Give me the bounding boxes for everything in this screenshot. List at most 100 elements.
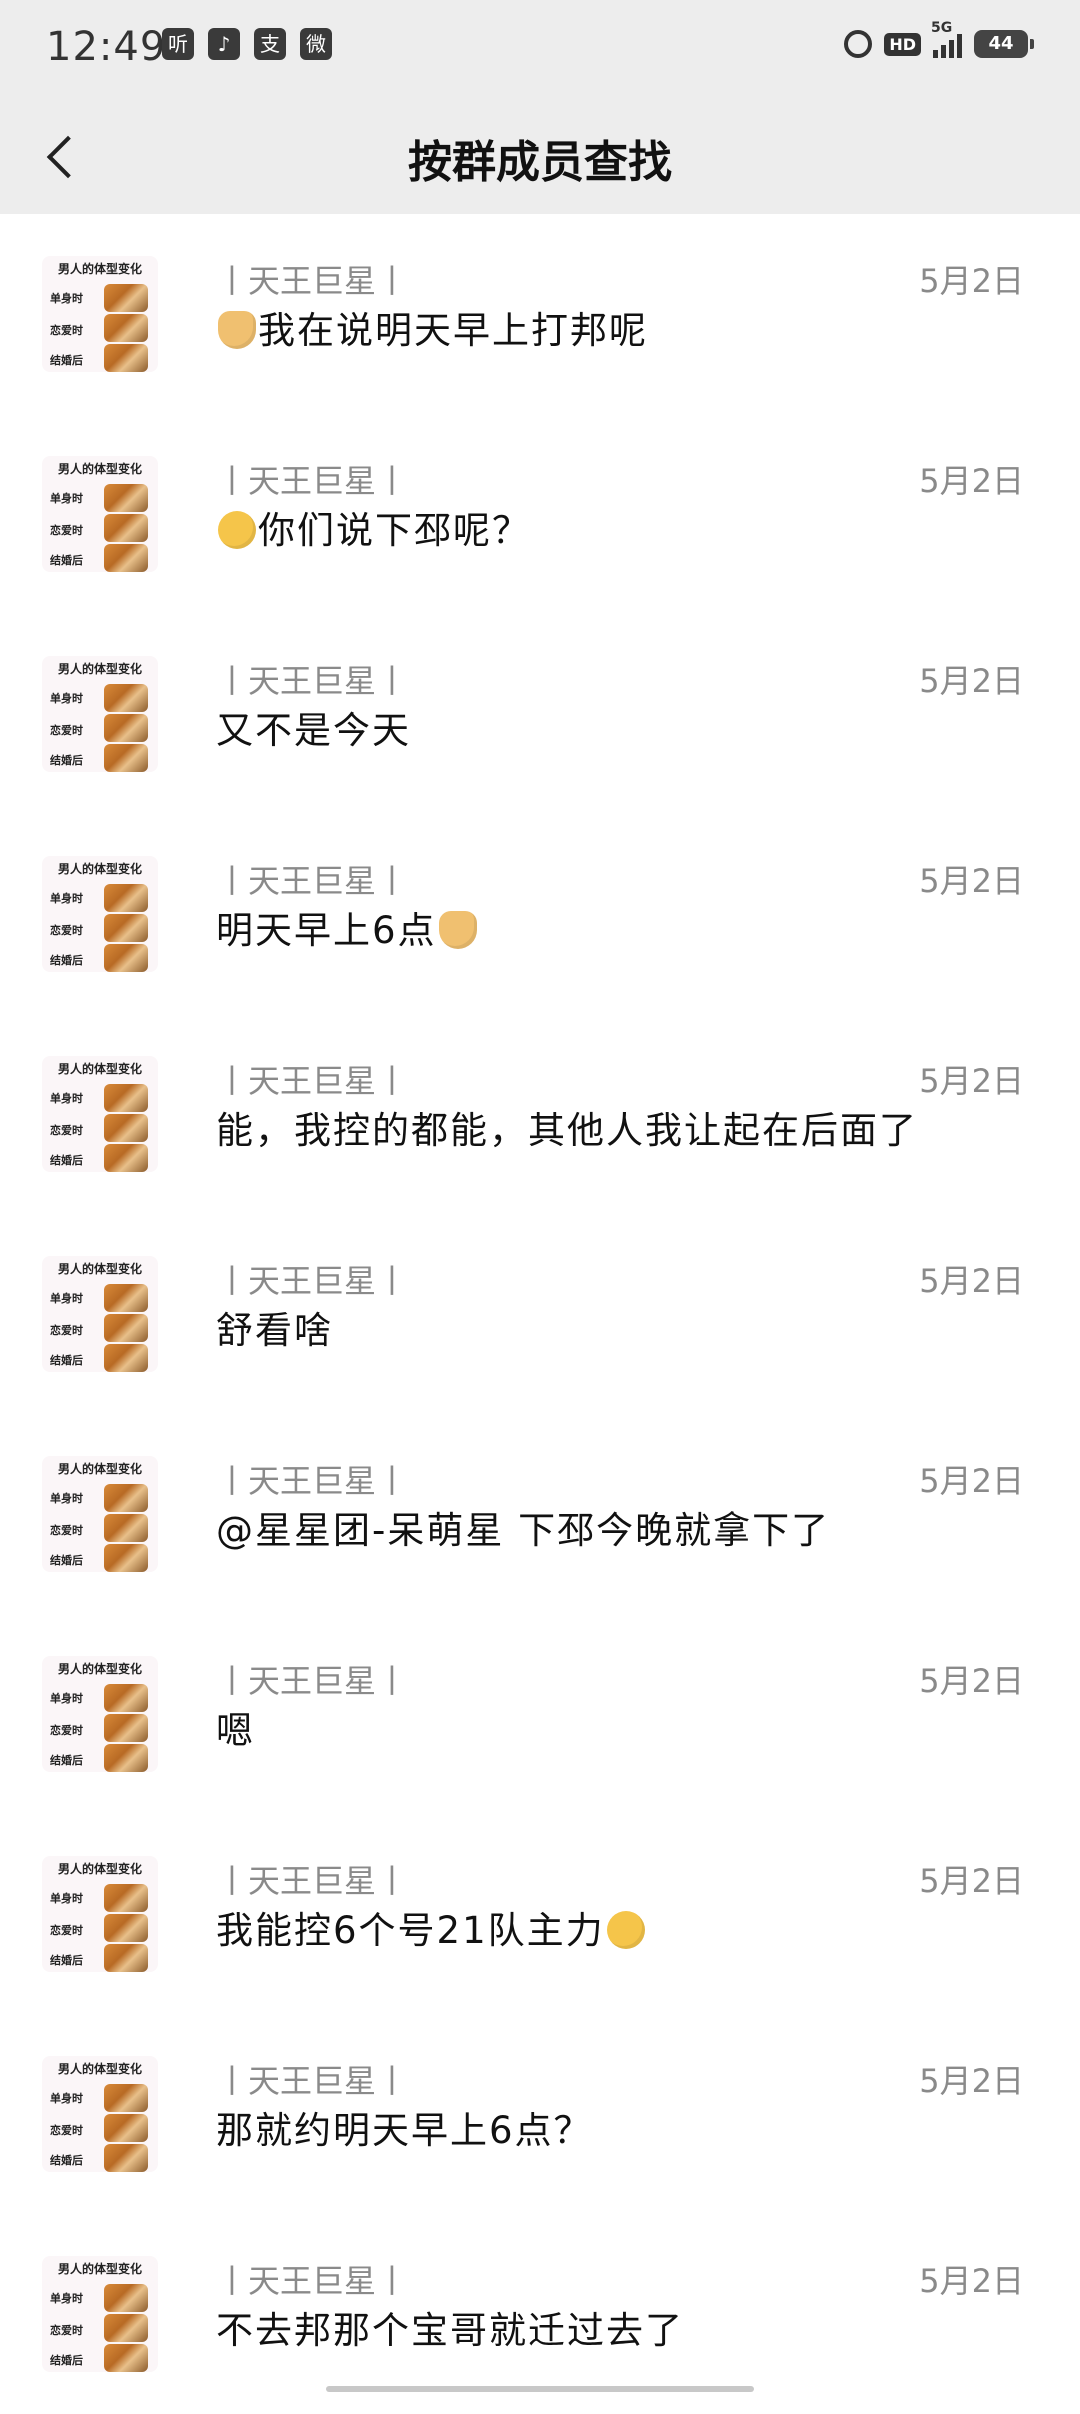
wechat-icon: 微 [300, 28, 332, 60]
alarm-icon [844, 30, 873, 58]
list-item[interactable]: 男人的体型变化 单身时 恋爱时 结婚后 丨天王巨星丨 5月2日 舒看啥 [0, 1214, 1080, 1414]
avatar-label: 恋爱时 [50, 2124, 83, 2137]
tiger-image [104, 914, 148, 942]
avatar-caption: 男人的体型变化 [57, 262, 142, 276]
avatar[interactable]: 男人的体型变化 单身时 恋爱时 结婚后 [42, 256, 158, 372]
tiger-image [104, 1744, 148, 1772]
tiger-image [104, 1314, 148, 1342]
avatar-caption: 男人的体型变化 [57, 1462, 142, 1476]
message-date: 5月2日 [919, 1462, 1024, 1500]
tiger-image [104, 2144, 148, 2172]
avatar-label: 单身时 [50, 2092, 83, 2105]
message-text-line: 又不是今天 [216, 700, 411, 754]
tiger-image [104, 1084, 148, 1112]
message-text: 舒看啥 [216, 1309, 333, 1352]
avatar-label: 结婚后 [50, 554, 83, 567]
system-indicators: HD 5G 44 [844, 20, 1034, 58]
avatar-label: 单身时 [50, 1692, 83, 1705]
avatar-label: 结婚后 [50, 1954, 83, 1967]
tiger-image [104, 1914, 148, 1942]
avatar-label: 单身时 [50, 1292, 83, 1305]
avatar-label: 恋爱时 [50, 724, 83, 737]
list-item[interactable]: 男人的体型变化 单身时 恋爱时 结婚后 丨天王巨星丨 5月2日 你们说下邳呢？ [0, 414, 1080, 614]
tiger-image [104, 1714, 148, 1742]
message-date: 5月2日 [919, 862, 1024, 900]
list-item[interactable]: 男人的体型变化 单身时 恋爱时 结婚后 丨天王巨星丨 5月2日 @星星团-呆萌星… [0, 1414, 1080, 1614]
notification-icons: 听 ♪ 支 微 [162, 28, 332, 60]
message-date: 5月2日 [919, 662, 1024, 700]
message-text: 你们说下邳呢？ [258, 509, 531, 552]
avatar-label: 恋爱时 [50, 1724, 83, 1737]
sender-name: 丨天王巨星丨 [216, 2062, 409, 2100]
avatar-label: 单身时 [50, 1092, 83, 1105]
avatar[interactable]: 男人的体型变化 单身时 恋爱时 结婚后 [42, 1656, 158, 1772]
tiger-image [104, 1544, 148, 1572]
message-text-line: 能，我控的都能，其他人我让起在后面了 [216, 1100, 918, 1154]
list-item[interactable]: 男人的体型变化 单身时 恋爱时 结婚后 丨天王巨星丨 5月2日 我能控6个号21… [0, 1814, 1080, 2014]
list-item[interactable]: 男人的体型变化 单身时 恋爱时 结婚后 丨天王巨星丨 5月2日 那就约明天早上6… [0, 2014, 1080, 2214]
tiger-image [104, 544, 148, 572]
message-text: 嗯 [216, 1709, 255, 1752]
message-date: 5月2日 [919, 262, 1024, 300]
signal-icon: 5G [931, 20, 962, 58]
smirk-emoji-icon [606, 1911, 645, 1949]
avatar-label: 结婚后 [50, 2154, 83, 2167]
avatar-label: 恋爱时 [50, 1324, 83, 1337]
sender-name: 丨天王巨星丨 [216, 1662, 409, 1700]
avatar[interactable]: 男人的体型变化 单身时 恋爱时 结婚后 [42, 456, 158, 572]
avatar-caption: 男人的体型变化 [57, 462, 142, 476]
avatar[interactable]: 男人的体型变化 单身时 恋爱时 结婚后 [42, 1856, 158, 1972]
avatar-caption: 男人的体型变化 [57, 2062, 142, 2076]
message-date: 5月2日 [919, 462, 1024, 500]
network-type: 5G [931, 20, 953, 36]
list-item[interactable]: 男人的体型变化 单身时 恋爱时 结婚后 丨天王巨星丨 5月2日 明天早上6点 [0, 814, 1080, 1014]
tiger-image [104, 1284, 148, 1312]
avatar-label: 恋爱时 [50, 1524, 83, 1537]
avatar-label: 恋爱时 [50, 2324, 83, 2337]
avatar[interactable]: 男人的体型变化 单身时 恋爱时 结婚后 [42, 2056, 158, 2172]
hd-badge: HD [884, 32, 921, 56]
avatar-label: 单身时 [50, 1492, 83, 1505]
avatar-label: 结婚后 [50, 354, 83, 367]
message-text: 能，我控的都能，其他人我让起在后面了 [216, 1109, 918, 1152]
message-text: 我能控6个号21队主力 [216, 1909, 605, 1952]
avatar[interactable]: 男人的体型变化 单身时 恋爱时 结婚后 [42, 856, 158, 972]
avatar-label: 单身时 [50, 692, 83, 705]
tiger-image [104, 1144, 148, 1172]
avatar-label: 单身时 [50, 892, 83, 905]
message-date: 5月2日 [919, 1262, 1024, 1300]
avatar-label: 结婚后 [50, 754, 83, 767]
home-indicator[interactable] [326, 2386, 754, 2392]
list-item[interactable]: 男人的体型变化 单身时 恋爱时 结婚后 丨天王巨星丨 5月2日 嗯 [0, 1614, 1080, 1814]
avatar[interactable]: 男人的体型变化 单身时 恋爱时 结婚后 [42, 1456, 158, 1572]
avatar[interactable]: 男人的体型变化 单身时 恋爱时 结婚后 [42, 2256, 158, 2372]
list-item[interactable]: 男人的体型变化 单身时 恋爱时 结婚后 丨天王巨星丨 5月2日 我在说明天早上打… [0, 214, 1080, 414]
sender-name: 丨天王巨星丨 [216, 1862, 409, 1900]
tiger-image [104, 714, 148, 742]
avatar[interactable]: 男人的体型变化 单身时 恋爱时 结婚后 [42, 1056, 158, 1172]
sender-name: 丨天王巨星丨 [216, 1262, 409, 1300]
tiger-image [104, 2084, 148, 2112]
avatar[interactable]: 男人的体型变化 单身时 恋爱时 结婚后 [42, 656, 158, 772]
list-item[interactable]: 男人的体型变化 单身时 恋爱时 结婚后 丨天王巨星丨 5月2日 不去邦那个宝哥就… [0, 2214, 1080, 2414]
avatar[interactable]: 男人的体型变化 单身时 恋爱时 结婚后 [42, 1256, 158, 1372]
tiger-image [104, 1684, 148, 1712]
sender-name: 丨天王巨星丨 [216, 1462, 409, 1500]
avatar-caption: 男人的体型变化 [57, 1862, 142, 1876]
sender-name: 丨天王巨星丨 [216, 262, 409, 300]
avatar-label: 单身时 [50, 2292, 83, 2305]
avatar-caption: 男人的体型变化 [57, 1262, 142, 1276]
tiger-image [104, 744, 148, 772]
doge-emoji-icon [438, 911, 477, 949]
status-time: 12:49 [46, 24, 167, 70]
avatar-label: 结婚后 [50, 1154, 83, 1167]
message-text-line: 明天早上6点 [216, 900, 479, 954]
tiger-image [104, 884, 148, 912]
list-item[interactable]: 男人的体型变化 单身时 恋爱时 结婚后 丨天王巨星丨 5月2日 能，我控的都能，… [0, 1014, 1080, 1214]
tiger-image [104, 1514, 148, 1542]
tiger-image [104, 2114, 148, 2142]
tiger-image [104, 1944, 148, 1972]
list-item[interactable]: 男人的体型变化 单身时 恋爱时 结婚后 丨天王巨星丨 5月2日 又不是今天 [0, 614, 1080, 814]
avatar-caption: 男人的体型变化 [57, 1062, 142, 1076]
message-text: @星星团-呆萌星 下邳今晚就拿下了 [216, 1509, 831, 1552]
